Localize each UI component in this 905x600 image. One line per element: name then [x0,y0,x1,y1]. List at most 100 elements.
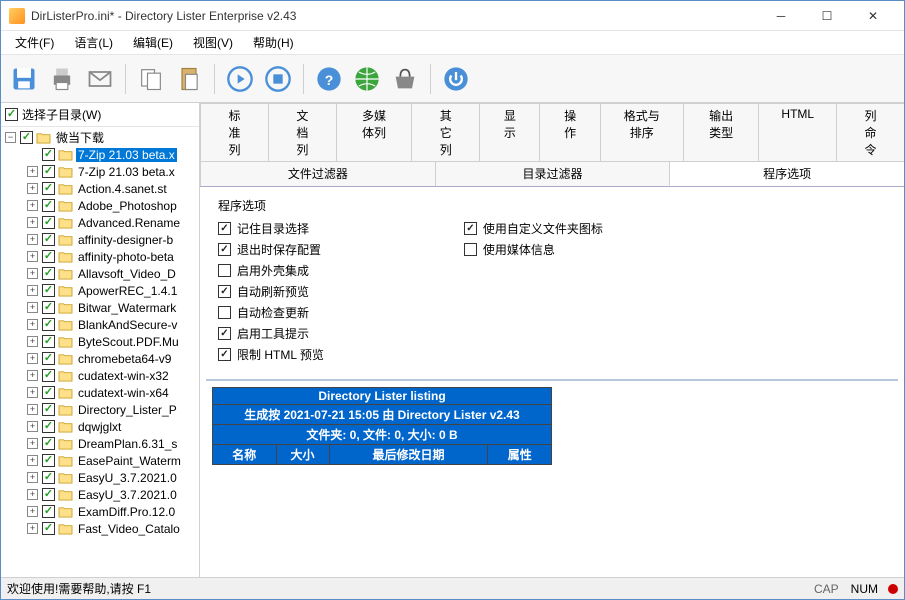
tree-checkbox[interactable] [42,505,55,518]
tree-root[interactable]: −微当下载 [1,129,199,146]
option-checkbox[interactable] [464,222,477,235]
expand-icon[interactable]: + [27,404,38,415]
tree-item[interactable]: +EasePaint_Waterm [1,452,199,469]
tab[interactable]: 目录过滤器 [435,161,671,186]
tree-checkbox[interactable] [42,199,55,212]
option-row[interactable]: 限制 HTML 预览 [218,346,324,363]
tab[interactable]: 输出类型 [683,103,760,161]
expand-icon[interactable]: + [27,302,38,313]
menu-language[interactable]: 语言(L) [64,31,123,54]
option-checkbox[interactable] [218,243,231,256]
tree-item[interactable]: +dqwjglxt [1,418,199,435]
tree-item[interactable]: +cudatext-win-x32 [1,367,199,384]
expand-icon[interactable]: + [27,183,38,194]
tree-checkbox[interactable] [42,471,55,484]
expand-icon[interactable]: + [27,438,38,449]
tree-checkbox[interactable] [42,522,55,535]
tab[interactable]: 多媒体列 [336,103,413,161]
expand-icon[interactable]: + [27,370,38,381]
option-checkbox[interactable] [218,222,231,235]
expand-icon[interactable]: + [27,285,38,296]
tree-checkbox[interactable] [42,182,55,195]
save-button[interactable] [7,62,41,96]
mail-button[interactable] [83,62,117,96]
collapse-icon[interactable]: − [5,132,16,143]
tree-checkbox[interactable] [42,369,55,382]
tab[interactable]: 文件过滤器 [200,161,436,186]
tree-checkbox[interactable] [42,437,55,450]
tree-checkbox[interactable] [42,301,55,314]
expand-icon[interactable]: + [27,319,38,330]
basket-button[interactable] [388,62,422,96]
expand-icon[interactable]: + [27,506,38,517]
tree-item[interactable]: +Advanced.Rename [1,214,199,231]
tree-checkbox[interactable] [42,165,55,178]
web-button[interactable] [350,62,384,96]
option-checkbox[interactable] [218,306,231,319]
option-checkbox[interactable] [464,243,477,256]
tab[interactable]: 其它列 [411,103,480,161]
tree-checkbox[interactable] [42,352,55,365]
tab[interactable]: 列命令 [836,103,904,161]
option-checkbox[interactable] [218,327,231,340]
tree-checkbox[interactable] [42,267,55,280]
tree-checkbox[interactable] [42,250,55,263]
paste-button[interactable] [172,62,206,96]
tree-checkbox[interactable] [42,318,55,331]
expand-icon[interactable]: + [27,353,38,364]
option-row[interactable]: 记住目录选择 [218,220,324,237]
tree-item[interactable]: +EasyU_3.7.2021.0 [1,486,199,503]
expand-icon[interactable]: + [27,387,38,398]
tree-item[interactable]: +chromebeta64-v9 [1,350,199,367]
expand-icon[interactable]: + [27,234,38,245]
tree-item[interactable]: +7-Zip 21.03 beta.x [1,163,199,180]
tree-item[interactable]: +Action.4.sanet.st [1,180,199,197]
expand-icon[interactable]: + [27,217,38,228]
tree-item[interactable]: 7-Zip 21.03 beta.x [1,146,199,163]
expand-icon[interactable]: + [27,472,38,483]
tab[interactable]: 显示 [479,103,540,161]
tree-checkbox[interactable] [42,216,55,229]
tree-item[interactable]: +cudatext-win-x64 [1,384,199,401]
tree-checkbox[interactable] [42,420,55,433]
power-button[interactable] [439,62,473,96]
menu-help[interactable]: 帮助(H) [243,31,304,54]
tree-item[interactable]: +BlankAndSecure-v [1,316,199,333]
option-checkbox[interactable] [218,264,231,277]
help-button[interactable]: ? [312,62,346,96]
close-button[interactable]: ✕ [850,1,896,31]
option-checkbox[interactable] [218,348,231,361]
menu-view[interactable]: 视图(V) [183,31,243,54]
maximize-button[interactable]: ☐ [804,1,850,31]
option-row[interactable]: 退出时保存配置 [218,241,324,258]
tree-checkbox[interactable] [42,403,55,416]
tree-item[interactable]: +Directory_Lister_P [1,401,199,418]
tree-checkbox[interactable] [20,131,33,144]
menu-edit[interactable]: 编辑(E) [123,31,183,54]
option-row[interactable]: 使用媒体信息 [464,241,603,258]
tab[interactable]: 程序选项 [669,161,904,186]
expand-icon[interactable]: + [27,455,38,466]
tree-item[interactable]: +ByteScout.PDF.Mu [1,333,199,350]
tree-item[interactable]: +Fast_Video_Catalo [1,520,199,537]
copy-button[interactable] [134,62,168,96]
tab[interactable]: 标准列 [200,103,269,161]
menu-file[interactable]: 文件(F) [5,31,64,54]
stop-button[interactable] [261,62,295,96]
expand-icon[interactable]: + [27,251,38,262]
tree-item[interactable]: +ExamDiff.Pro.12.0 [1,503,199,520]
tree-item[interactable]: +ApowerREC_1.4.1 [1,282,199,299]
expand-icon[interactable]: + [27,200,38,211]
tree-item[interactable]: +Allavsoft_Video_D [1,265,199,282]
expand-icon[interactable]: + [27,523,38,534]
expand-icon[interactable]: + [27,268,38,279]
tree-checkbox[interactable] [42,488,55,501]
tab[interactable]: 文档列 [268,103,337,161]
tab[interactable]: HTML [758,103,837,161]
option-row[interactable]: 自动检查更新 [218,304,324,321]
expand-icon[interactable]: + [27,336,38,347]
option-row[interactable]: 自动刷新预览 [218,283,324,300]
tree-checkbox[interactable] [42,148,55,161]
tree-item[interactable]: +Bitwar_Watermark [1,299,199,316]
expand-icon[interactable]: + [27,489,38,500]
